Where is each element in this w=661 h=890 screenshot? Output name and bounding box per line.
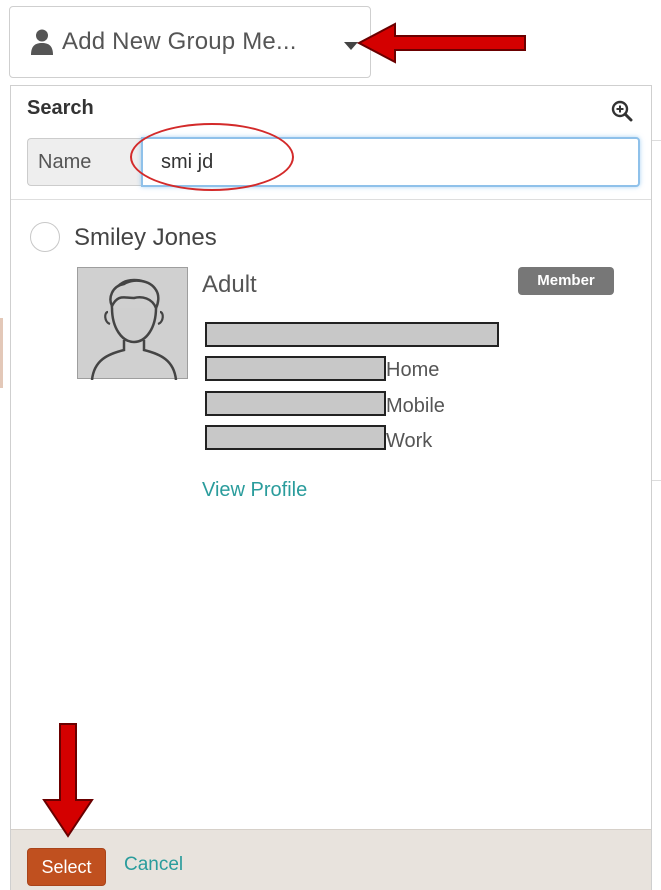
member-search-panel: Search Name Smiley Jones Adult Member Ho…	[10, 85, 652, 890]
background-divider	[652, 480, 661, 481]
zoom-in-icon[interactable]	[611, 100, 633, 122]
age-group: Adult	[202, 271, 257, 298]
name-field-label: Name	[27, 138, 141, 186]
redacted-address	[205, 322, 499, 347]
result-name: Smiley Jones	[74, 224, 217, 251]
caret-down-icon[interactable]	[344, 42, 358, 50]
background-edge	[0, 318, 3, 388]
select-button[interactable]: Select	[27, 848, 106, 886]
redacted-phone	[205, 391, 386, 416]
search-header: Search Name	[11, 86, 651, 200]
search-title: Search	[27, 97, 94, 119]
phone-label-home: Home	[386, 359, 440, 381]
phone-label-mobile: Mobile	[386, 395, 445, 417]
result-select-radio[interactable]	[30, 222, 60, 252]
redacted-phone	[205, 356, 386, 381]
cancel-link[interactable]: Cancel	[124, 854, 183, 876]
avatar	[77, 267, 188, 381]
redacted-phone	[205, 425, 386, 450]
panel-footer: Select Cancel	[11, 829, 651, 890]
name-search-input[interactable]	[141, 137, 640, 187]
view-profile-link[interactable]: View Profile	[202, 479, 307, 502]
dropdown-label: Add New Group Me...	[62, 28, 297, 55]
user-icon	[31, 29, 53, 55]
annotation-arrow-left	[357, 22, 526, 64]
member-status-badge: Member	[518, 267, 614, 295]
person-silhouette-icon	[90, 278, 178, 381]
phone-label-work: Work	[386, 430, 433, 452]
annotation-arrow-down	[42, 723, 94, 838]
background-divider	[652, 140, 661, 141]
add-group-member-dropdown[interactable]: Add New Group Me...	[9, 6, 371, 78]
